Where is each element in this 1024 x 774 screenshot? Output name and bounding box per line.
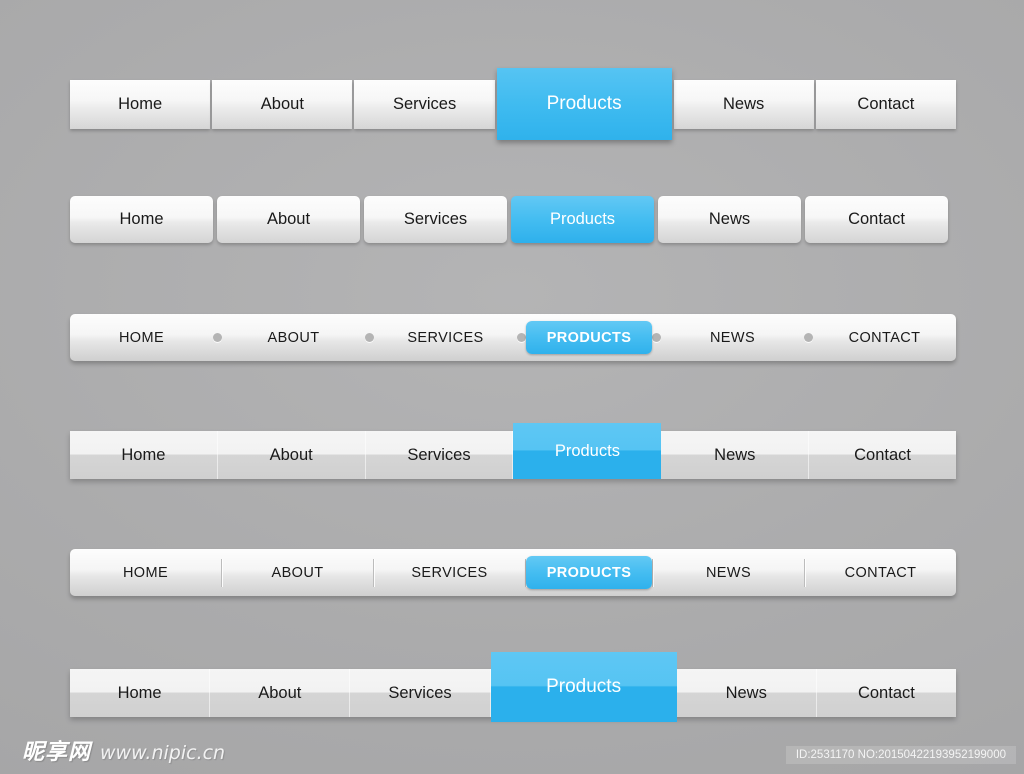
nav-item-services[interactable]: SERVICES xyxy=(374,549,525,596)
nav-item-about[interactable]: About xyxy=(217,196,360,243)
nav-item-services[interactable]: Services xyxy=(350,669,491,717)
nav-item-contact[interactable]: CONTACT xyxy=(813,314,956,361)
nav-item-products-active[interactable]: PRODUCTS xyxy=(526,556,652,589)
nav-item-products-active[interactable]: Products xyxy=(490,652,677,722)
watermark-url: www.nipic.cn xyxy=(100,742,226,764)
dot-separator-icon xyxy=(652,333,661,342)
nav-item-about[interactable]: About xyxy=(210,669,351,717)
nav-item-news[interactable]: News xyxy=(677,669,817,717)
watermark-logo-text: 昵享网 xyxy=(22,740,92,765)
dot-separator-icon xyxy=(517,333,526,342)
nav-item-home[interactable]: HOME xyxy=(70,549,221,596)
navbar-flat-bar: Home About Services Products News Contac… xyxy=(70,423,956,479)
nav-item-contact[interactable]: Contact xyxy=(817,669,956,717)
dot-separator-icon xyxy=(804,333,813,342)
nav-item-about[interactable]: ABOUT xyxy=(222,314,365,361)
nav-item-home[interactable]: Home xyxy=(70,431,218,479)
nav-item-home[interactable]: Home xyxy=(70,669,211,717)
nav-item-home[interactable]: HOME xyxy=(70,314,213,361)
dot-separator-icon xyxy=(213,333,222,342)
dot-separator-icon xyxy=(365,333,374,342)
navbar-line-separators: HOME ABOUT SERVICES PRODUCTS NEWS CONTAC… xyxy=(70,549,956,596)
navbar-items: HOME ABOUT SERVICES PRODUCTS NEWS CONTAC… xyxy=(70,549,956,596)
nav-item-about[interactable]: ABOUT xyxy=(222,549,373,596)
nav-item-home[interactable]: Home xyxy=(70,196,213,243)
nav-item-home[interactable]: Home xyxy=(70,80,211,129)
nav-item-services[interactable]: Services xyxy=(364,196,507,243)
nav-item-products-active[interactable]: Products xyxy=(513,423,662,479)
navigation-bar-showcase: Home About Services Products News Contac… xyxy=(0,0,1024,774)
nav-item-services[interactable]: Services xyxy=(354,80,495,129)
nav-item-news[interactable]: News xyxy=(658,196,801,243)
nav-item-contact[interactable]: CONTACT xyxy=(805,549,956,596)
navbar-rounded-buttons: Home About Services Products News Contac… xyxy=(70,196,956,243)
nav-item-news[interactable]: NEWS xyxy=(653,549,804,596)
nav-item-contact[interactable]: Contact xyxy=(805,196,948,243)
navbar-items: Home About Services Products News Contac… xyxy=(70,652,956,722)
nav-item-news[interactable]: News xyxy=(661,431,810,479)
nav-item-services[interactable]: Services xyxy=(366,431,514,479)
navbar-squared-tiles: Home About Services Products News Contac… xyxy=(70,68,956,140)
watermark: 昵享网 www.nipic.cn xyxy=(22,734,225,766)
navbar-flat-bar-tall-active: Home About Services Products News Contac… xyxy=(70,652,956,722)
nav-item-contact[interactable]: Contact xyxy=(809,431,956,479)
nav-item-products-active[interactable]: PRODUCTS xyxy=(526,321,652,354)
image-id-badge: ID:2531170 NO:20150422193952199000 xyxy=(785,746,1016,764)
nav-item-about[interactable]: About xyxy=(212,80,353,129)
nav-item-about[interactable]: About xyxy=(218,431,366,479)
nav-item-products-active[interactable]: Products xyxy=(511,196,654,243)
nav-item-news[interactable]: NEWS xyxy=(661,314,804,361)
navbar-items: Home About Services Products News Contac… xyxy=(70,423,956,479)
nav-item-services[interactable]: SERVICES xyxy=(374,314,517,361)
navbar-items: HOME ABOUT SERVICES PRODUCTS NEWS CONTAC… xyxy=(70,314,956,361)
nav-item-news[interactable]: News xyxy=(673,80,814,129)
navbar-dot-separators: HOME ABOUT SERVICES PRODUCTS NEWS CONTAC… xyxy=(70,314,956,361)
nav-item-contact[interactable]: Contact xyxy=(815,80,956,129)
nav-item-products-active[interactable]: Products xyxy=(496,68,672,140)
